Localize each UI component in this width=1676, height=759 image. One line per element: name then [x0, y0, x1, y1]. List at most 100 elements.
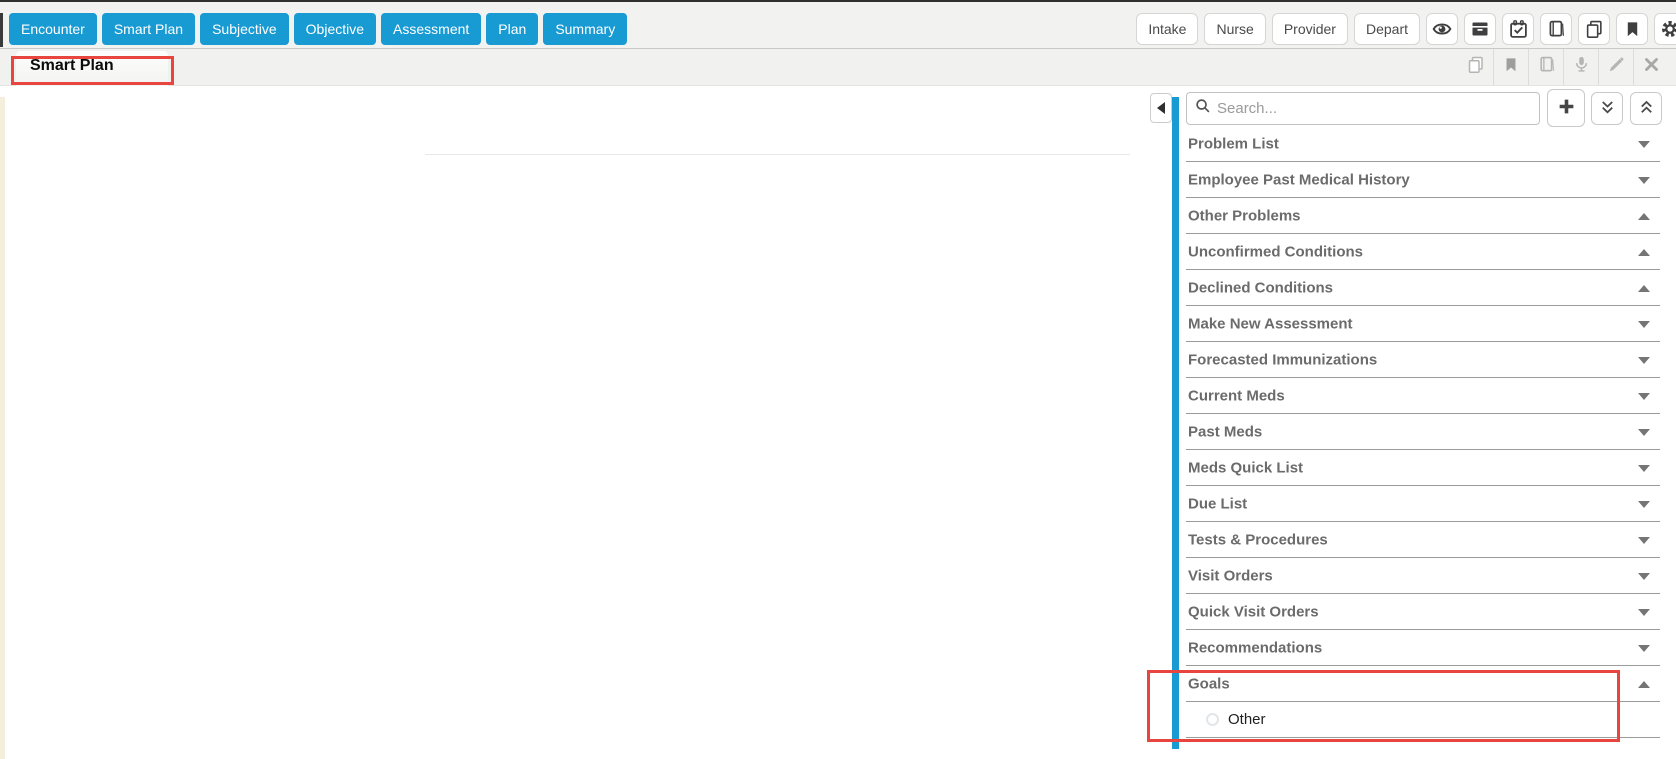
sidebar-search	[1186, 92, 1540, 125]
chevron-icon	[1638, 321, 1650, 328]
content-divider	[425, 154, 1130, 155]
radio-icon[interactable]	[1206, 713, 1219, 726]
section-goals[interactable]: Goals	[1186, 666, 1660, 702]
book-icon	[1547, 20, 1565, 38]
chevron-icon	[1638, 249, 1650, 256]
eye-icon	[1432, 19, 1452, 39]
top-toolbar: Encounter Smart Plan Subjective Objectiv…	[0, 0, 1676, 48]
chevron-icon	[1638, 609, 1650, 616]
add-button[interactable]	[1547, 89, 1585, 127]
double-chevron-up-icon	[1638, 99, 1655, 119]
section-make-new-assessment[interactable]: Make New Assessment	[1186, 306, 1660, 342]
section-visit-orders[interactable]: Visit Orders	[1186, 558, 1660, 594]
chevron-icon	[1638, 285, 1650, 292]
chevron-icon	[1638, 573, 1650, 580]
section-quick-visit-orders[interactable]: Quick Visit Orders	[1186, 594, 1660, 630]
gear-icon	[1660, 19, 1676, 39]
section-recommendations[interactable]: Recommendations	[1186, 630, 1660, 666]
section-problem-list[interactable]: Problem List	[1186, 126, 1660, 162]
copy-tool[interactable]	[1458, 49, 1493, 85]
section-label: Problem List	[1188, 135, 1279, 152]
collapse-all-button[interactable]	[1630, 92, 1662, 125]
chevron-icon	[1638, 429, 1650, 436]
smart-plan-button[interactable]: Smart Plan	[102, 13, 195, 45]
section-unconfirmed-conditions[interactable]: Unconfirmed Conditions	[1186, 234, 1660, 270]
section-past-meds[interactable]: Past Meds	[1186, 414, 1660, 450]
goals-item-label: Other	[1228, 711, 1266, 728]
sidebar-collapse-button[interactable]	[1150, 93, 1172, 123]
goals-item-other[interactable]: Other	[1186, 702, 1660, 738]
section-due-list[interactable]: Due List	[1186, 486, 1660, 522]
section-current-meds[interactable]: Current Meds	[1186, 378, 1660, 414]
chevron-icon	[1638, 141, 1650, 148]
pencil-tool[interactable]	[1598, 49, 1633, 85]
section-label: Visit Orders	[1188, 567, 1273, 584]
section-meds-quick-list[interactable]: Meds Quick List	[1186, 450, 1660, 486]
chevron-icon	[1638, 465, 1650, 472]
archive-button[interactable]	[1464, 13, 1496, 45]
plan-button[interactable]: Plan	[486, 13, 538, 45]
calendar-check-button[interactable]	[1502, 13, 1534, 45]
section-label: Unconfirmed Conditions	[1188, 243, 1363, 260]
calendar-check-icon	[1509, 20, 1528, 39]
intake-button[interactable]: Intake	[1136, 13, 1198, 45]
section-label: Due List	[1188, 495, 1247, 512]
archive-icon	[1471, 20, 1489, 38]
section-label: Past Meds	[1188, 423, 1262, 440]
summary-button[interactable]: Summary	[543, 13, 627, 45]
section-tests-procedures[interactable]: Tests & Procedures	[1186, 522, 1660, 558]
book-tool[interactable]	[1528, 49, 1563, 85]
search-icon	[1195, 98, 1211, 119]
section-label: Current Meds	[1188, 387, 1285, 404]
copy-button[interactable]	[1578, 13, 1610, 45]
eye-button[interactable]	[1426, 13, 1458, 45]
bookmark-icon	[1503, 57, 1519, 78]
expand-all-button[interactable]	[1591, 92, 1623, 125]
section-employee-past-medical-history[interactable]: Employee Past Medical History	[1186, 162, 1660, 198]
section-label: Employee Past Medical History	[1188, 171, 1410, 188]
plus-icon	[1557, 97, 1576, 119]
left-edge-strip	[0, 97, 5, 759]
sidebar-accent-bar	[1172, 97, 1179, 749]
section-label: Goals	[1188, 675, 1230, 692]
close-tool[interactable]	[1633, 49, 1668, 85]
chevron-icon	[1638, 357, 1650, 364]
copy-icon	[1585, 20, 1604, 39]
page-header: Smart Plan	[0, 48, 1676, 86]
section-label: Forecasted Immunizations	[1188, 351, 1377, 368]
section-declined-conditions[interactable]: Declined Conditions	[1186, 270, 1660, 306]
chevron-icon	[1638, 177, 1650, 184]
provider-button[interactable]: Provider	[1272, 13, 1348, 45]
encounter-button[interactable]: Encounter	[9, 13, 97, 45]
book-button[interactable]	[1540, 13, 1572, 45]
sidebar-section-list: Problem List Employee Past Medical Histo…	[1186, 126, 1660, 738]
section-label: Quick Visit Orders	[1188, 603, 1319, 620]
section-label: Declined Conditions	[1188, 279, 1333, 296]
section-forecasted-immunizations[interactable]: Forecasted Immunizations	[1186, 342, 1660, 378]
app-window: Encounter Smart Plan Subjective Objectiv…	[0, 0, 1676, 759]
section-label: Tests & Procedures	[1188, 531, 1328, 548]
assessment-button[interactable]: Assessment	[381, 13, 481, 45]
chevron-icon	[1638, 681, 1650, 688]
depart-button[interactable]: Depart	[1354, 13, 1420, 45]
microphone-tool[interactable]	[1563, 49, 1598, 85]
chevron-left-icon	[1157, 102, 1165, 114]
page-title: Smart Plan	[30, 57, 114, 75]
chevron-icon	[1638, 645, 1650, 652]
section-other-problems[interactable]: Other Problems	[1186, 198, 1660, 234]
objective-button[interactable]: Objective	[294, 13, 376, 45]
microphone-icon	[1573, 56, 1590, 78]
book-icon	[1538, 56, 1555, 78]
chevron-icon	[1638, 537, 1650, 544]
bookmark-tool[interactable]	[1493, 49, 1528, 85]
section-label: Recommendations	[1188, 639, 1322, 656]
section-label: Other Problems	[1188, 207, 1301, 224]
pencil-icon	[1608, 56, 1625, 78]
search-input[interactable]	[1217, 100, 1531, 117]
stage-toolbar: Intake Nurse Provider Depart	[1136, 13, 1676, 45]
section-label: Make New Assessment	[1188, 315, 1353, 332]
subjective-button[interactable]: Subjective	[200, 13, 289, 45]
gear-button[interactable]	[1654, 13, 1676, 45]
bookmark-button[interactable]	[1616, 13, 1648, 45]
nurse-button[interactable]: Nurse	[1204, 13, 1265, 45]
